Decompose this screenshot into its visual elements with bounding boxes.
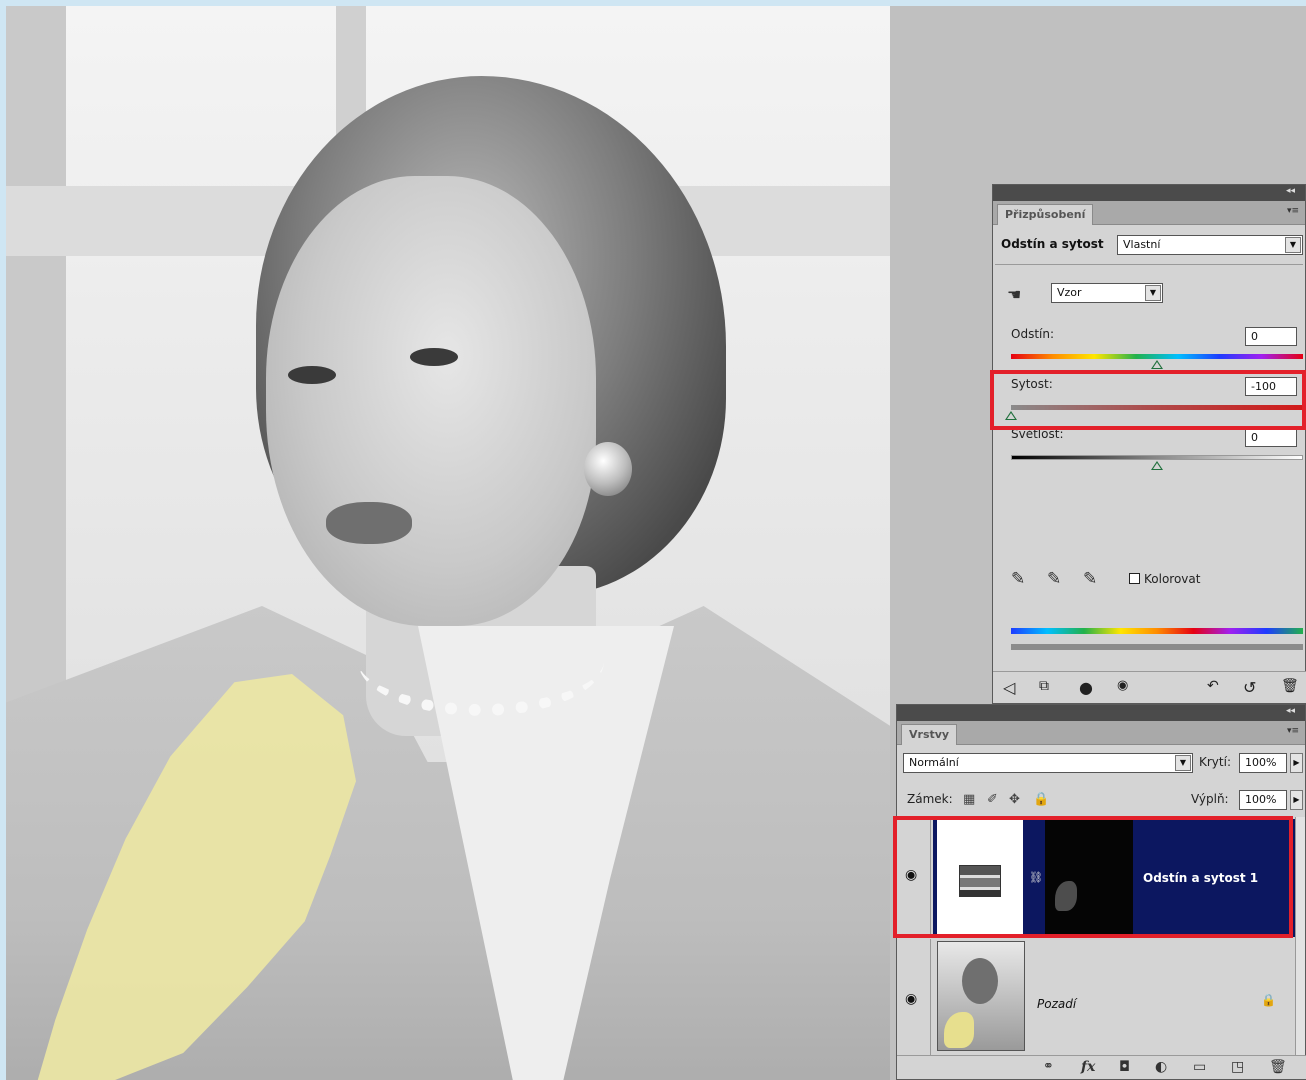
lock-position-icon[interactable]: ✥ (1009, 792, 1020, 807)
lock-icon: 🔒 (1261, 993, 1276, 1007)
hue-slider-thumb[interactable] (1151, 360, 1163, 369)
chevron-down-icon[interactable]: ▼ (1175, 755, 1191, 771)
link-icon[interactable]: ⚭ (1043, 1059, 1054, 1074)
chevron-right-icon[interactable]: ▶ (1290, 753, 1303, 773)
expand-view-icon[interactable]: ⧉ (1039, 678, 1049, 694)
lightness-input[interactable]: 0 (1245, 428, 1297, 447)
adjustments-tabrow: Přizpůsobení ▾≡ (993, 201, 1305, 225)
preset-value: Vlastní (1123, 238, 1161, 251)
output-spectrum-bar (1011, 644, 1303, 650)
panel-titlebar[interactable]: ◂◂ (897, 705, 1305, 721)
lightness-slider[interactable] (1011, 455, 1303, 460)
face (266, 176, 596, 626)
chevron-down-icon[interactable]: ▼ (1285, 237, 1301, 253)
collapse-icon[interactable]: ◂◂ (1286, 706, 1295, 716)
fill-input[interactable]: 100% (1239, 790, 1287, 810)
channel-value: Vzor (1057, 286, 1082, 299)
layers-footer: ⚭ fx ◘ ◐ ▭ ◳ 🗑 (897, 1055, 1306, 1079)
lightness-slider-thumb[interactable] (1151, 461, 1163, 470)
adjustments-footer: ◁ ⧉ ● ◉ ↶ ↺ 🗑 (993, 671, 1306, 703)
tab-layers[interactable]: Vrstvy (901, 724, 958, 745)
earring (584, 442, 632, 496)
eye-icon[interactable]: ◉ (905, 991, 917, 1007)
channel-dropdown[interactable]: Vzor ▼ (1051, 283, 1163, 303)
hand-icon[interactable]: ☚ (1007, 285, 1021, 304)
opacity-input[interactable]: 100% (1239, 753, 1287, 773)
eyedropper-icon[interactable]: ✎ (1011, 569, 1025, 589)
eyedropper-minus-icon[interactable]: ✎ (1083, 569, 1097, 589)
tab-adjustments[interactable]: Přizpůsobení (997, 204, 1094, 225)
eyedropper-row: ✎ ✎ ✎ Kolorovat (1011, 569, 1301, 589)
opacity-label: Krytí: (1199, 755, 1231, 769)
layers-tabrow: Vrstvy ▾≡ (897, 721, 1305, 745)
previous-state-icon[interactable]: ↶ (1207, 678, 1219, 694)
blend-mode-value: Normální (909, 756, 959, 769)
adjustment-layer-icon[interactable]: ◐ (1155, 1059, 1167, 1075)
thumb-lapel (944, 1012, 974, 1048)
checkbox-box[interactable] (1129, 573, 1140, 584)
folder-icon[interactable]: ▭ (1193, 1059, 1206, 1075)
fill-label: Výplň: (1191, 792, 1229, 806)
adjustments-panel: ◂◂ Přizpůsobení ▾≡ Odstín a sytost Vlast… (992, 184, 1306, 704)
collapse-icon[interactable]: ◂◂ (1286, 186, 1295, 196)
image-canvas[interactable] (6, 6, 890, 1080)
pearl-necklace (358, 606, 604, 716)
trash-icon[interactable]: 🗑 (1269, 1059, 1287, 1075)
lock-label: Zámek: (907, 792, 953, 806)
preset-dropdown[interactable]: Vlastní ▼ (1117, 235, 1303, 255)
mask-icon[interactable]: ◘ (1119, 1059, 1130, 1075)
colorize-checkbox[interactable]: Kolorovat (1129, 572, 1200, 586)
lips (326, 502, 412, 544)
hue-label: Odstín: (1011, 327, 1055, 341)
input-spectrum-bar (1011, 628, 1303, 634)
layer-row-background[interactable]: ◉ Pozadí 🔒 (897, 939, 1297, 1055)
background-thumbnail (937, 941, 1025, 1051)
eyedropper-plus-icon[interactable]: ✎ (1047, 569, 1061, 589)
back-arrow-icon[interactable]: ◁ (1003, 678, 1015, 697)
layer-highlight (893, 816, 1293, 938)
preset-row: Odstín a sytost Vlastní ▼ (1001, 235, 1303, 257)
saturation-highlight (990, 370, 1306, 430)
chevron-down-icon[interactable]: ▼ (1145, 285, 1161, 301)
right-eye (410, 348, 458, 366)
adjustment-title: Odstín a sytost (1001, 237, 1104, 251)
hue-slider[interactable] (1011, 354, 1303, 359)
panel-menu-icon[interactable]: ▾≡ (1287, 206, 1299, 216)
new-layer-icon[interactable]: ◳ (1231, 1059, 1244, 1075)
visibility-toggle[interactable]: ◉ (897, 939, 931, 1055)
chevron-right-icon[interactable]: ▶ (1290, 790, 1303, 810)
reset-icon[interactable]: ↺ (1243, 678, 1256, 697)
blend-mode-dropdown[interactable]: Normální ▼ (903, 753, 1193, 773)
layer-name[interactable]: Pozadí (1037, 997, 1076, 1011)
layers-scrollbar[interactable] (1295, 817, 1305, 1057)
thumb-head (962, 958, 998, 1004)
lock-all-icon[interactable]: 🔒 (1033, 792, 1049, 807)
clip-to-layer-icon[interactable]: ● (1079, 678, 1093, 697)
lock-transparent-icon[interactable]: ▦ (963, 792, 975, 807)
divider (995, 264, 1303, 265)
hue-input[interactable]: 0 (1245, 327, 1297, 346)
trash-icon[interactable]: 🗑 (1281, 678, 1299, 694)
colorize-label: Kolorovat (1144, 572, 1201, 586)
visibility-icon[interactable]: ◉ (1117, 678, 1128, 693)
lock-image-icon[interactable]: ✐ (987, 792, 998, 807)
panel-titlebar[interactable]: ◂◂ (993, 185, 1305, 201)
left-eye (288, 366, 336, 384)
panel-menu-icon[interactable]: ▾≡ (1287, 726, 1299, 736)
fx-icon[interactable]: fx (1081, 1059, 1095, 1075)
